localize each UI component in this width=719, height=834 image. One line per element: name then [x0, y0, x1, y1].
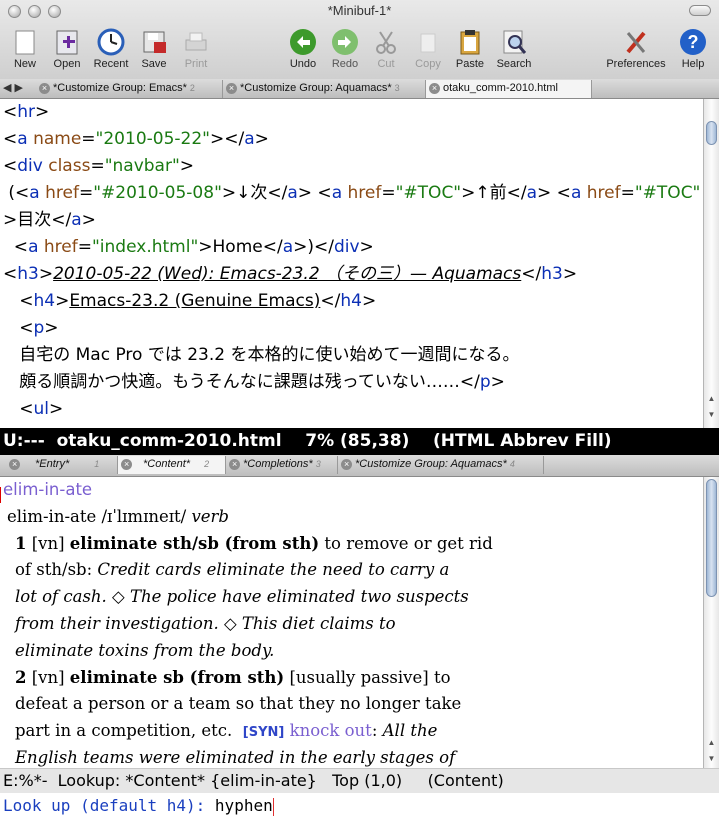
svg-text:?: ?: [688, 32, 699, 52]
text-cursor: [0, 487, 1, 503]
code-line: 頗る順調かつ快適。もうそんなに課題は残っていない……</p>: [3, 372, 505, 392]
redo-icon: [331, 28, 359, 56]
dictionary-scrollbar[interactable]: ▲ ▼: [703, 477, 719, 768]
tab-entry[interactable]: × *Entry* 1: [6, 456, 118, 474]
minibuffer-cursor: [272, 797, 274, 816]
help-button[interactable]: ? Help: [666, 28, 719, 70]
code-line: <h3>2010-05-22 (Wed): Emacs-23.2 （その三）— …: [3, 264, 578, 284]
window-title: *Minibuf-1*: [327, 3, 392, 18]
dict-sense: of sth/sb: Credit cards eliminate the ne…: [15, 560, 450, 580]
tab-content[interactable]: × *Content* 2: [118, 456, 226, 474]
tab-customize-aquamacs-2[interactable]: × *Customize Group: Aquamacs* 4: [338, 456, 544, 474]
code-line: <div class="navbar">: [3, 156, 195, 176]
code-line: <a name="2010-05-22"></a>: [3, 129, 269, 149]
title-toolbar-area: *Minibuf-1* New Open Recent Save Print U…: [0, 0, 719, 80]
search-icon: [500, 28, 528, 56]
code-line: <h4>Emacs-23.2 (Genuine Emacs)</h4>: [3, 291, 377, 311]
editor-scroll-thumb[interactable]: [706, 121, 717, 145]
code-line: <p>: [3, 318, 59, 338]
dictionary-scroll-thumb[interactable]: [706, 479, 717, 597]
dict-sense: part in a competition, etc. [SYN] knock …: [15, 721, 438, 741]
scroll-up-icon[interactable]: ▲: [705, 392, 718, 405]
scroll-up-icon[interactable]: ▲: [705, 736, 718, 749]
dict-example: lot of cash. ◇ The police have eliminate…: [15, 587, 469, 607]
printer-icon: [182, 28, 210, 56]
scissors-icon: [372, 28, 400, 56]
preferences-button[interactable]: Preferences: [600, 28, 672, 70]
dict-sense: 2 [vn] eliminate sb (from sth) [usually …: [15, 667, 451, 687]
dict-example: eliminate toxins from the body.: [15, 640, 275, 660]
minibuffer-prompt: Look up (default h4):: [3, 796, 215, 815]
dictionary-buffer[interactable]: elim-in-ate elim-in-ate /ɪˈlɪmɪneɪt/ ver…: [0, 477, 703, 768]
new-document-icon: [11, 28, 39, 56]
save-icon: [140, 28, 168, 56]
minibuffer-input[interactable]: hyphen: [215, 796, 273, 815]
scroll-down-icon[interactable]: ▼: [705, 752, 718, 765]
clock-icon: [97, 28, 125, 56]
print-button[interactable]: Print: [169, 28, 223, 70]
syn-label: [SYN]: [242, 725, 285, 741]
copy-icon: [414, 28, 442, 56]
open-file-icon: [53, 28, 81, 56]
clipboard-icon: [456, 28, 484, 56]
help-icon: ?: [679, 28, 707, 56]
top-mode-line: U:--- otaku_comm-2010.html 7% (85,38) (H…: [0, 428, 719, 455]
code-line: <ul>: [3, 399, 64, 419]
tab-customize-aquamacs[interactable]: × *Customize Group: Aquamacs* 3: [223, 80, 426, 98]
dict-headword: elim-in-ate: [3, 480, 93, 499]
close-tab-icon[interactable]: ×: [121, 459, 132, 470]
dict-example: from their investigation. ◇ This diet cl…: [15, 613, 396, 633]
close-tab-icon[interactable]: ×: [229, 459, 240, 470]
tab-otaku-comm[interactable]: × otaku_comm-2010.html: [426, 80, 592, 98]
code-line: (<a href="#2010-05-08">↓次</a> <a href="#…: [3, 183, 701, 203]
wrench-screwdriver-icon: [622, 28, 650, 56]
top-tab-bar: ◀ ▶ × *Customize Group: Emacs* 2 × *Custo…: [0, 79, 719, 99]
undo-icon: [289, 28, 317, 56]
code-line: <a href="index.html">Home</a>)</div>: [3, 237, 374, 257]
html-editor-buffer[interactable]: <hr> <a name="2010-05-22"></a> <div clas…: [0, 99, 703, 427]
tab-completions[interactable]: × *Completions* 3: [226, 456, 338, 474]
minibuffer[interactable]: Look up (default h4): hyphen: [0, 793, 719, 834]
close-tab-icon[interactable]: ×: [39, 83, 50, 94]
dict-sense: defeat a person or a team so that they n…: [15, 694, 462, 714]
editor-scrollbar[interactable]: ▲ ▼: [703, 99, 719, 428]
dict-pronunciation: elim-in-ate /ɪˈlɪmɪneɪt/ verb: [7, 506, 229, 526]
code-line: >目次</a>: [3, 210, 96, 230]
syn-link[interactable]: knock out: [284, 721, 372, 740]
dict-example: English teams were eliminated in the ear…: [15, 747, 456, 767]
code-line: <hr>: [3, 102, 50, 122]
tab-scroll-buttons[interactable]: ◀ ▶: [0, 80, 28, 98]
search-button[interactable]: Search: [487, 28, 541, 70]
dict-sense: 1 [vn] eliminate sth/sb (from sth) to re…: [15, 533, 493, 553]
close-tab-icon[interactable]: ×: [9, 459, 20, 470]
bottom-mode-line: E:%*- Lookup: *Content* {elim-in-ate} To…: [0, 768, 719, 793]
close-tab-icon[interactable]: ×: [226, 83, 237, 94]
close-tab-icon[interactable]: ×: [341, 459, 352, 470]
tab-customize-emacs[interactable]: × *Customize Group: Emacs* 2: [36, 80, 223, 98]
bottom-tab-bar: × *Entry* 1 × *Content* 2 × *Completions* 3…: [0, 455, 719, 477]
scroll-down-icon[interactable]: ▼: [705, 408, 718, 421]
close-tab-icon[interactable]: ×: [429, 83, 440, 94]
toolbar-toggle-button[interactable]: [689, 5, 711, 16]
code-line: 自宅の Mac Pro では 23.2 を本格的に使い始めて一週間になる。: [3, 345, 520, 365]
